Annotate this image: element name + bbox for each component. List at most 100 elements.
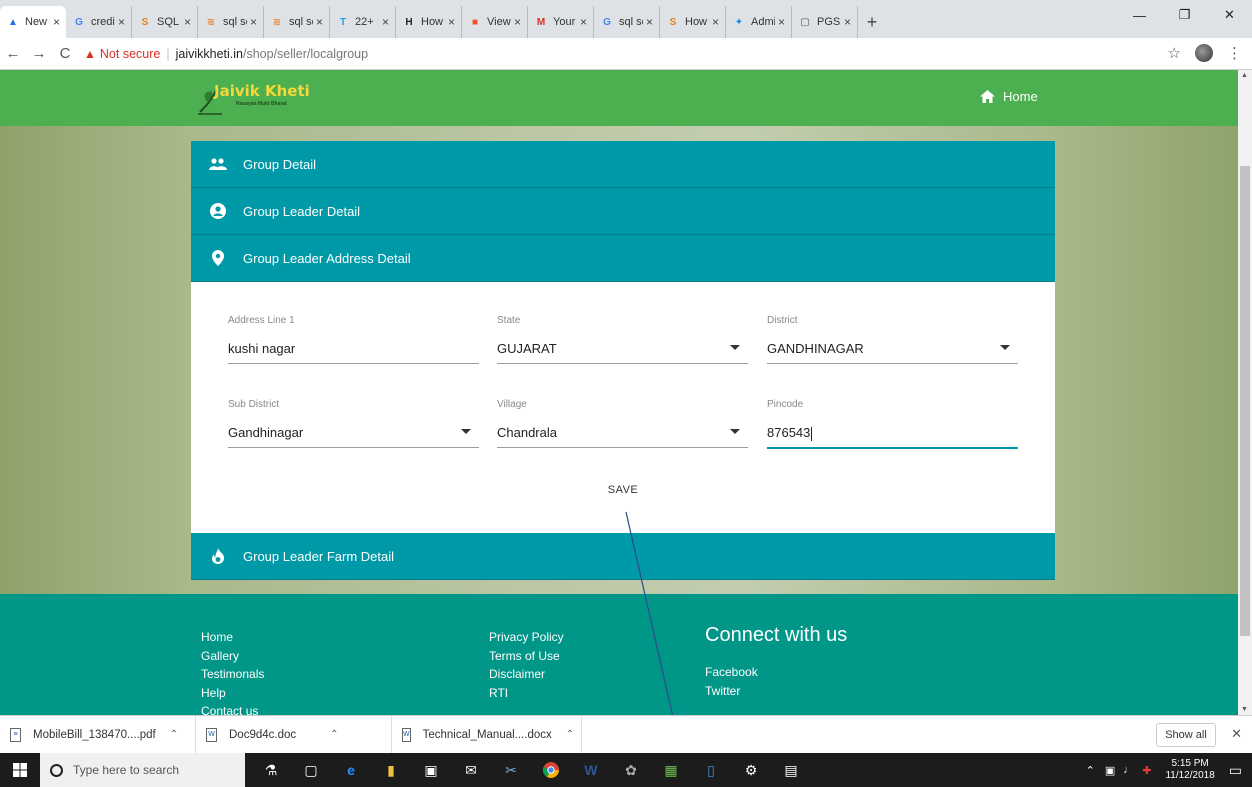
settings-gear-icon[interactable]: ⚙: [731, 753, 771, 787]
tab-close-icon[interactable]: ×: [448, 15, 455, 29]
village-value[interactable]: Chandrala: [497, 425, 557, 440]
project-icon[interactable]: ▦: [651, 753, 691, 787]
taskbar-clock[interactable]: 5:15 PM 11/12/2018: [1165, 758, 1214, 782]
footer-link-privacy[interactable]: Privacy Policy: [489, 628, 564, 647]
pincode-input[interactable]: 876543: [767, 425, 813, 441]
tab-close-icon[interactable]: ×: [53, 15, 60, 29]
store-icon[interactable]: ▣: [411, 753, 451, 787]
tablet-icon[interactable]: ▯: [691, 753, 731, 787]
edge-icon[interactable]: e: [331, 753, 371, 787]
microphone-icon[interactable]: ⚗: [251, 753, 291, 787]
address-line1-input[interactable]: kushi nagar: [228, 341, 295, 356]
snipping-tool-icon[interactable]: ✂: [491, 753, 531, 787]
nav-home-link[interactable]: Home: [980, 89, 1038, 104]
browser-tab[interactable]: ≋ sql se×: [264, 6, 330, 38]
volume-icon[interactable]: ♩: [1123, 764, 1134, 776]
menu-kebab-icon[interactable]: ⋮: [1227, 44, 1242, 62]
footer-link-home[interactable]: Home: [201, 628, 264, 647]
forward-icon[interactable]: →: [26, 45, 52, 62]
footer-link-contact[interactable]: Contact us: [201, 702, 264, 715]
reload-icon[interactable]: C: [52, 45, 78, 62]
tab-close-icon[interactable]: ×: [250, 15, 257, 29]
bookmark-star-icon[interactable]: ☆: [1168, 44, 1181, 62]
taskbar-search[interactable]: Type here to search: [40, 753, 245, 787]
omnibox[interactable]: ▲ Not secure | jaivikkheti.in/shop/selle…: [84, 42, 368, 66]
tab-close-icon[interactable]: ×: [712, 15, 719, 29]
file-explorer-icon[interactable]: ▮: [371, 753, 411, 787]
windows-start-icon[interactable]: [0, 753, 40, 787]
chevron-up-icon[interactable]: ⌃: [566, 729, 574, 740]
profile-avatar[interactable]: [1195, 44, 1213, 62]
browser-tab[interactable]: ▲ New ×: [0, 6, 66, 38]
twitter-link[interactable]: Twitter: [705, 682, 758, 701]
footer-link-gallery[interactable]: Gallery: [201, 647, 264, 666]
tab-close-icon[interactable]: ×: [844, 15, 851, 29]
tray-chevron-up-icon[interactable]: ⌃: [1086, 764, 1095, 777]
word-icon[interactable]: W: [571, 753, 611, 787]
tab-close-icon[interactable]: ×: [778, 15, 785, 29]
notifications-icon[interactable]: ▭: [1229, 762, 1242, 779]
section-address-detail[interactable]: Group Leader Address Detail: [191, 235, 1055, 282]
download-item[interactable]: ≡ MobileBill_138470....pdf ⌃: [0, 715, 196, 754]
tab-close-icon[interactable]: ×: [316, 15, 323, 29]
chevron-up-icon[interactable]: ⌃: [330, 729, 338, 740]
section-farm-detail[interactable]: Group Leader Farm Detail: [191, 533, 1055, 580]
browser-tab[interactable]: ■ View ×: [462, 6, 528, 38]
page-scrollbar[interactable]: ▲ ▼: [1238, 70, 1252, 715]
footer-link-disclaimer[interactable]: Disclaimer: [489, 665, 564, 684]
section-leader-detail[interactable]: Group Leader Detail: [191, 188, 1055, 235]
close-window-icon[interactable]: ✕: [1207, 0, 1252, 30]
tab-close-icon[interactable]: ×: [118, 15, 125, 29]
site-logo[interactable]: Jaivik Kheti Rasayan Mukt Bharat: [196, 78, 316, 118]
chevron-up-icon[interactable]: ⌃: [170, 729, 178, 740]
tab-close-icon[interactable]: ×: [382, 15, 389, 29]
show-all-button[interactable]: Show all: [1156, 723, 1216, 747]
browser-tab[interactable]: ✦ Admi ×: [726, 6, 792, 38]
state-value[interactable]: GUJARAT: [497, 341, 557, 356]
chrome-icon[interactable]: [531, 753, 571, 787]
caret-down-icon[interactable]: [730, 429, 740, 434]
footer-link-testimonials[interactable]: Testimonals: [201, 665, 264, 684]
mail-icon[interactable]: ✉: [451, 753, 491, 787]
browser-tab[interactable]: Gsql se×: [594, 6, 660, 38]
restore-icon[interactable]: ❐: [1162, 0, 1207, 30]
district-value[interactable]: GANDHINAGAR: [767, 341, 864, 356]
network-icon[interactable]: ▣: [1105, 764, 1115, 777]
tab-close-icon[interactable]: ×: [646, 15, 653, 29]
scroll-up-icon[interactable]: ▲: [1241, 72, 1248, 79]
browser-tab[interactable]: T 22+ ×: [330, 6, 396, 38]
browser-tab[interactable]: ▢ PGS ×: [792, 6, 858, 38]
tab-close-icon[interactable]: ×: [514, 15, 521, 29]
browser-tab[interactable]: S SQL ×: [132, 6, 198, 38]
download-item[interactable]: W Doc9d4c.doc ⌃: [196, 715, 392, 754]
save-button[interactable]: SAVE: [591, 484, 655, 496]
antivirus-icon[interactable]: ✚: [1142, 764, 1151, 777]
minimize-icon[interactable]: —: [1117, 0, 1162, 30]
new-tab-button[interactable]: +: [858, 6, 886, 38]
state-underline: [497, 363, 748, 364]
browser-tab[interactable]: M Your ×: [528, 6, 594, 38]
paint-icon[interactable]: ✿: [611, 753, 651, 787]
close-icon[interactable]: ✕: [1231, 726, 1242, 742]
browser-tab[interactable]: H How ×: [396, 6, 462, 38]
terminal-icon[interactable]: ▤: [771, 753, 811, 787]
download-item[interactable]: W Technical_Manual....docx ⌃: [392, 715, 582, 754]
facebook-link[interactable]: Facebook: [705, 663, 758, 682]
section-group-detail[interactable]: Group Detail: [191, 141, 1055, 188]
caret-down-icon[interactable]: [1000, 345, 1010, 350]
footer-link-rti[interactable]: RTI: [489, 684, 564, 703]
browser-tab[interactable]: Gcredit×: [66, 6, 132, 38]
browser-tab[interactable]: ≋ sql se×: [198, 6, 264, 38]
footer-link-terms[interactable]: Terms of Use: [489, 647, 564, 666]
tab-close-icon[interactable]: ×: [184, 15, 191, 29]
footer-link-help[interactable]: Help: [201, 684, 264, 703]
caret-down-icon[interactable]: [730, 345, 740, 350]
back-icon[interactable]: ←: [0, 45, 26, 62]
tab-close-icon[interactable]: ×: [580, 15, 587, 29]
scrollbar-thumb[interactable]: [1240, 166, 1250, 636]
scroll-down-icon[interactable]: ▼: [1241, 706, 1248, 713]
browser-tab[interactable]: S How ×: [660, 6, 726, 38]
sub-district-value[interactable]: Gandhinagar: [228, 425, 303, 440]
caret-down-icon[interactable]: [461, 429, 471, 434]
task-view-icon[interactable]: ▢: [291, 753, 331, 787]
